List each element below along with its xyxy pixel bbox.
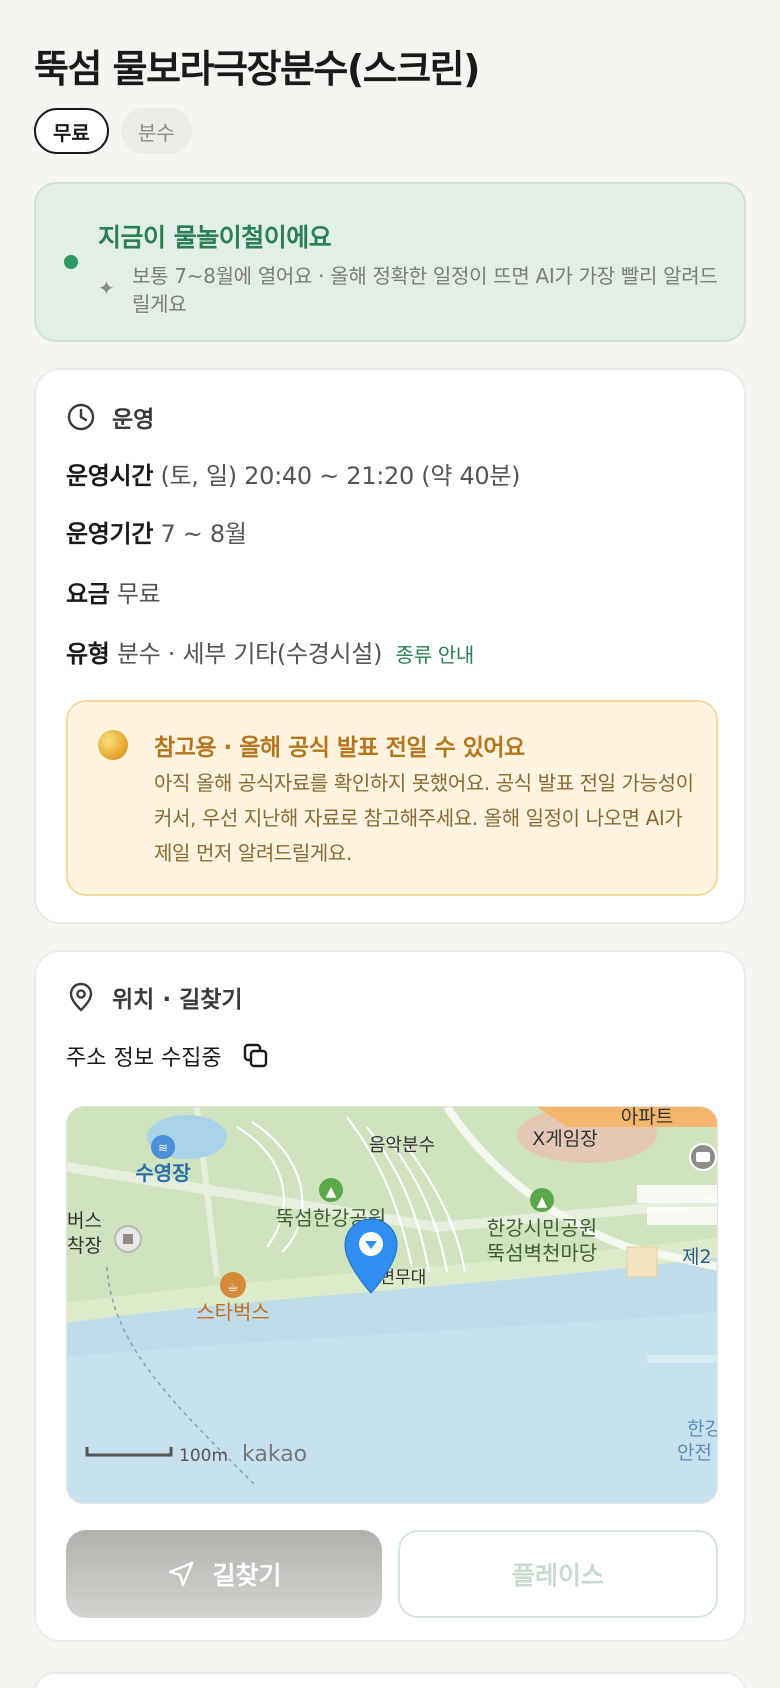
map-label-apartment: 아파트 bbox=[621, 1107, 673, 1128]
info-value: 무료 bbox=[116, 580, 161, 608]
place-button-label: 플레이스 bbox=[511, 1561, 604, 1590]
season-banner: 지금이 물놀이철이에요 ✦ 보통 7~8월에 열어요 · 올해 정확한 일정이 … bbox=[34, 182, 746, 342]
coin-icon bbox=[98, 730, 128, 760]
notice-title: 참고용 · 올해 공식 발표 전일 수 있어요 bbox=[154, 735, 525, 761]
tag-free[interactable]: 무료 bbox=[34, 108, 109, 154]
page: 뚝섬 물보라극장분수(스크린) 무료 분수 지금이 물놀이철이에요 ✦ 보통 7… bbox=[0, 0, 780, 1688]
location-card: 위치 · 길찾기 주소 정보 수집중 ≋ 수영장 음악분수 X게임장 아파트 ▲… bbox=[34, 950, 746, 1642]
reference-notice: 참고용 · 올해 공식 발표 전일 수 있어요 아직 올해 공식자료를 확인하지… bbox=[66, 700, 718, 896]
map-label-music-fountain: 음악분수 bbox=[369, 1135, 435, 1156]
map-label-bus-1: 버스 bbox=[67, 1210, 102, 1232]
map-label-hangang-1: 한강 bbox=[687, 1418, 718, 1440]
location-section-title: 위치 · 길찾기 bbox=[112, 987, 243, 1013]
info-label: 유형 bbox=[66, 640, 110, 668]
info-value: 7 ~ 8월 bbox=[160, 520, 247, 548]
map-label-x-game: X게임장 bbox=[532, 1128, 597, 1150]
map-brand-label: kakao bbox=[242, 1442, 307, 1467]
clock-icon bbox=[67, 403, 95, 431]
route-button-label: 길찾기 bbox=[212, 1562, 282, 1590]
type-guide-link[interactable]: 종류 안내 bbox=[396, 643, 475, 667]
status-dot-icon bbox=[64, 255, 78, 269]
next-card bbox=[34, 1672, 746, 1688]
info-value: 분수 · 세부 기타(수경시설) bbox=[116, 640, 383, 668]
sparkle-icon: ✦ bbox=[98, 276, 115, 300]
season-banner-title: 지금이 물놀이철이에요 bbox=[98, 223, 332, 252]
tag-fountain[interactable]: 분수 bbox=[120, 108, 192, 154]
address-text: 주소 정보 수집중 bbox=[66, 1046, 222, 1071]
notice-text: 아직 올해 공식자료를 확인하지 못했어요. 공식 발표 전일 가능성이 커서,… bbox=[154, 771, 694, 865]
info-label: 운영기간 bbox=[66, 520, 154, 548]
info-label: 요금 bbox=[66, 580, 110, 608]
map-scale-label: 100m bbox=[179, 1446, 228, 1466]
map-label-pool: 수영장 bbox=[135, 1161, 191, 1185]
info-row-type: 유형 분수 · 세부 기타(수경시설) 종류 안내 bbox=[66, 634, 474, 669]
map-label-bus-2: 착장 bbox=[67, 1235, 102, 1257]
tag-list: 무료 분수 bbox=[34, 108, 192, 154]
map-label-citizen-park-1: 한강시민공원 bbox=[487, 1216, 597, 1240]
copy-icon[interactable] bbox=[242, 1042, 270, 1070]
navigation-arrow-icon bbox=[169, 1561, 194, 1587]
svg-text:≋: ≋ bbox=[158, 1141, 168, 1155]
route-button[interactable]: 길찾기 bbox=[66, 1530, 382, 1618]
season-banner-text: 보통 7~8월에 열어요 · 올해 정확한 일정이 뜨면 AI가 가장 빨리 알… bbox=[132, 264, 718, 316]
operation-section-title: 운영 bbox=[112, 407, 155, 433]
operation-header: 운영 bbox=[66, 400, 154, 434]
map-label-starbucks: 스타벅스 bbox=[196, 1300, 270, 1324]
map-label-right-edge: 제2 bbox=[682, 1246, 712, 1268]
map-view[interactable]: ≋ 수영장 음악분수 X게임장 아파트 ▲ 뚝섬한강공원 ▲ 한강시민공원 뚝섬… bbox=[66, 1106, 718, 1504]
place-button[interactable]: 플레이스 bbox=[398, 1530, 718, 1618]
info-label: 운영시간 bbox=[66, 462, 154, 490]
svg-text:▲: ▲ bbox=[537, 1194, 548, 1210]
map-label-hangang-2: 안전 bbox=[677, 1442, 712, 1464]
info-row-fee: 요금 무료 bbox=[66, 574, 161, 609]
info-row-hours: 운영시간 (토, 일) 20:40 ~ 21:20 (약 40분) bbox=[66, 456, 521, 491]
svg-text:☕: ☕ bbox=[227, 1280, 239, 1295]
info-value: (토, 일) 20:40 ~ 21:20 (약 40분) bbox=[160, 462, 521, 490]
info-row-period: 운영기간 7 ~ 8월 bbox=[66, 514, 247, 549]
operation-card: 운영 운영시간 (토, 일) 20:40 ~ 21:20 (약 40분) 운영기… bbox=[34, 368, 746, 924]
address-row: 주소 정보 수집중 bbox=[66, 1040, 270, 1072]
page-title: 뚝섬 물보라극장분수(스크린) bbox=[34, 47, 481, 91]
svg-text:▲: ▲ bbox=[326, 1184, 337, 1200]
location-pin-icon bbox=[69, 982, 93, 1012]
map-label-citizen-park-2: 뚝섬벽천마당 bbox=[487, 1241, 597, 1265]
location-header: 위치 · 길찾기 bbox=[66, 980, 243, 1014]
